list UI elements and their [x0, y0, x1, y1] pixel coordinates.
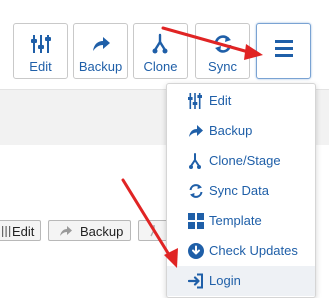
- sync-button-label: Sync: [208, 59, 237, 74]
- sync-icon: [189, 184, 203, 198]
- menu-item-sync-data[interactable]: Sync Data: [167, 176, 315, 206]
- sliders-icon: [2, 226, 11, 237]
- actions-dropdown-menu: Edit Backup Clone/Stage Sync Data Templa…: [166, 83, 316, 298]
- hamburger-icon: [274, 40, 293, 57]
- sync-icon: [214, 35, 231, 53]
- edit-button-label: Edit: [29, 59, 52, 74]
- menu-item-clone-stage-label: Clone/Stage: [209, 153, 281, 168]
- menu-item-login-label: Login: [209, 273, 241, 288]
- menu-item-template-label: Template: [209, 213, 262, 228]
- download-circle-icon: [188, 243, 204, 259]
- share-arrow-icon: [189, 125, 203, 137]
- menu-item-edit[interactable]: Edit: [167, 86, 315, 116]
- menu-item-template[interactable]: Template: [167, 206, 315, 236]
- menu-item-check-updates-label: Check Updates: [209, 243, 298, 258]
- menu-item-login[interactable]: Login: [167, 266, 315, 296]
- row-edit-button[interactable]: Edit: [0, 220, 41, 241]
- clone-button[interactable]: Clone: [133, 23, 188, 79]
- sync-button[interactable]: Sync: [195, 23, 250, 79]
- sliders-icon: [188, 93, 202, 109]
- login-icon: [188, 273, 203, 289]
- more-menu-button[interactable]: [256, 23, 311, 79]
- share-arrow-icon: [92, 37, 110, 51]
- row-backup-label: Backup: [80, 224, 124, 239]
- menu-item-clone-stage[interactable]: Clone/Stage: [167, 146, 315, 176]
- backup-button-label: Backup: [78, 59, 123, 74]
- menu-item-backup[interactable]: Backup: [167, 116, 315, 146]
- menu-item-sync-data-label: Sync Data: [209, 183, 269, 198]
- menu-item-edit-label: Edit: [209, 93, 232, 108]
- fork-icon: [189, 153, 201, 169]
- backup-button[interactable]: Backup: [73, 23, 128, 79]
- row-backup-button[interactable]: Backup: [48, 220, 131, 241]
- edit-button[interactable]: Edit: [13, 23, 68, 79]
- grid-icon: [188, 213, 204, 229]
- share-arrow-icon: [60, 226, 72, 236]
- clone-button-label: Clone: [143, 59, 178, 74]
- fork-icon: [152, 33, 167, 54]
- sliders-icon: [30, 35, 51, 53]
- row-edit-label: Edit: [12, 224, 35, 239]
- menu-item-backup-label: Backup: [209, 123, 253, 138]
- menu-item-check-updates[interactable]: Check Updates: [167, 236, 315, 266]
- fork-icon: [150, 225, 158, 237]
